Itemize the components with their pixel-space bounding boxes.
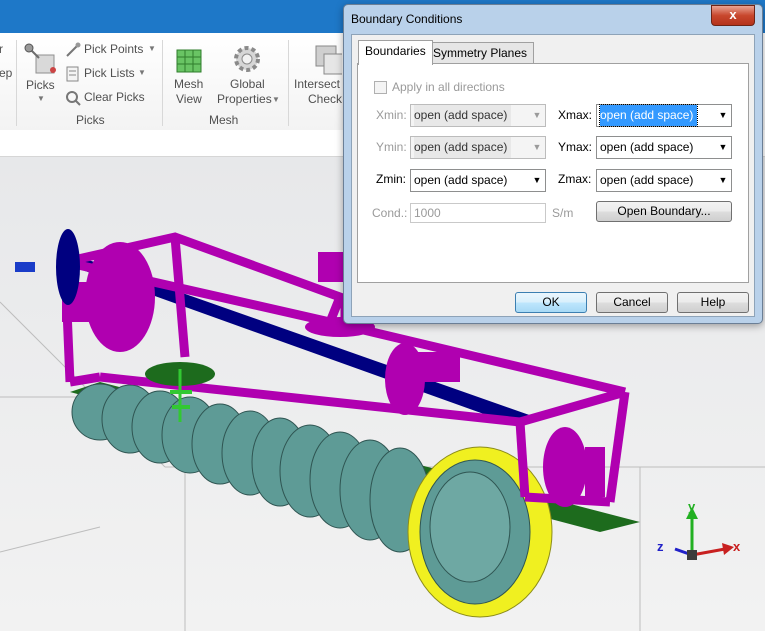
zmax-select[interactable]: open (add space) ▼ bbox=[596, 169, 732, 192]
intersect-check-button[interactable]: Intersect Check bbox=[292, 40, 342, 110]
clear-picks-icon bbox=[66, 91, 81, 106]
pick-lists-label: Pick Lists bbox=[84, 66, 135, 80]
chevron-down-icon: ▼ bbox=[272, 95, 280, 104]
dialog-title: Boundary Conditions bbox=[351, 12, 463, 26]
mesh-view-label-line1: Mesh bbox=[174, 77, 204, 91]
boundaries-panel: Apply in all directions Xmin: open (add … bbox=[357, 63, 749, 283]
ribbon-partial-label: ep bbox=[0, 66, 13, 80]
help-button[interactable]: Help bbox=[677, 292, 749, 313]
xmax-select[interactable]: open (add space) ▼ bbox=[596, 104, 732, 127]
group-label-picks: Picks bbox=[76, 113, 105, 127]
picks-button[interactable]: Picks ▼ bbox=[20, 40, 60, 106]
zmin-value: open (add space) bbox=[414, 173, 508, 187]
cancel-button[interactable]: Cancel bbox=[596, 292, 668, 313]
open-boundary-button[interactable]: Open Boundary... bbox=[596, 201, 732, 222]
cond-input[interactable]: 1000 bbox=[410, 203, 546, 223]
ymin-label: Ymin: bbox=[376, 140, 407, 154]
ymin-select[interactable]: open (add space) ▼ bbox=[410, 136, 546, 159]
apply-all-label: Apply in all directions bbox=[392, 80, 505, 94]
dialog-body: Boundaries Symmetry Planes Apply in all … bbox=[351, 34, 755, 317]
blue-disc bbox=[56, 229, 80, 305]
intersect-check-icon bbox=[315, 45, 342, 75]
global-properties-label-line1: Global bbox=[230, 77, 265, 91]
zmax-label: Zmax: bbox=[558, 172, 592, 186]
zmax-value: open (add space) bbox=[600, 173, 694, 187]
picks-icon bbox=[24, 43, 56, 74]
group-label-mesh: Mesh bbox=[209, 113, 239, 127]
global-properties-button[interactable]: Global Properties ▼ bbox=[214, 40, 280, 110]
chevron-down-icon: ▼ bbox=[532, 175, 542, 185]
chevron-down-icon: ▼ bbox=[532, 110, 542, 120]
clear-picks-label: Clear Picks bbox=[84, 90, 145, 104]
cond-unit: S/m bbox=[552, 206, 574, 220]
chevron-down-icon: ▼ bbox=[718, 142, 728, 152]
pick-points-label: Pick Points bbox=[84, 42, 144, 56]
chevron-down-icon: ▼ bbox=[138, 68, 146, 77]
picks-label: Picks bbox=[26, 78, 55, 92]
axis-label-y: y bbox=[688, 499, 696, 514]
ribbon-separator bbox=[162, 40, 163, 126]
ribbon-separator bbox=[16, 40, 17, 126]
chevron-down-icon: ▼ bbox=[718, 175, 728, 185]
chevron-down-icon: ▼ bbox=[532, 142, 542, 152]
xmax-label: Xmax: bbox=[558, 108, 593, 122]
ymax-select[interactable]: open (add space) ▼ bbox=[596, 136, 732, 159]
xmin-label: Xmin: bbox=[376, 108, 407, 122]
boundary-conditions-dialog: Boundary Conditions x Boundaries Symmetr… bbox=[343, 4, 763, 324]
ribbon-separator bbox=[288, 40, 289, 126]
pick-points-button[interactable]: Pick Points ▼ bbox=[64, 41, 158, 59]
close-button[interactable]: x bbox=[711, 5, 755, 26]
pick-points-icon bbox=[66, 42, 81, 57]
gear-icon bbox=[234, 46, 260, 72]
xmax-value: open (add space) bbox=[598, 104, 699, 127]
mesh-view-button[interactable]: Mesh View bbox=[168, 40, 212, 110]
chevron-down-icon: ▼ bbox=[718, 110, 728, 120]
xmin-value: open (add space) bbox=[414, 105, 512, 126]
chevron-down-icon: ▼ bbox=[37, 94, 45, 103]
clear-picks-button[interactable]: Clear Picks bbox=[64, 89, 150, 107]
axis-label-x: x bbox=[733, 539, 741, 554]
ok-button[interactable]: OK bbox=[515, 292, 587, 313]
ymax-label: Ymax: bbox=[558, 140, 593, 154]
zmin-label: Zmin: bbox=[376, 172, 406, 186]
cond-label: Cond.: bbox=[372, 206, 408, 220]
axis-triad bbox=[674, 507, 734, 560]
intersect-check-label-line1: Intersect bbox=[294, 77, 341, 91]
chevron-down-icon: ▼ bbox=[148, 44, 156, 53]
pick-lists-icon bbox=[66, 66, 79, 82]
intersect-check-label-line2: Check bbox=[308, 92, 342, 106]
pick-lists-button[interactable]: Pick Lists ▼ bbox=[64, 65, 150, 83]
mesh-view-icon bbox=[176, 49, 202, 73]
apply-all-checkbox[interactable] bbox=[374, 81, 387, 94]
mesh-view-label-line2: View bbox=[176, 92, 202, 106]
tab-symmetry-planes[interactable]: Symmetry Planes bbox=[426, 42, 535, 64]
xmin-select[interactable]: open (add space) ▼ bbox=[410, 104, 546, 127]
zmin-select[interactable]: open (add space) ▼ bbox=[410, 169, 546, 192]
axis-label-z: z bbox=[657, 539, 664, 554]
ribbon-partial-label: r bbox=[0, 42, 3, 56]
tab-boundaries[interactable]: Boundaries bbox=[358, 40, 433, 65]
ymax-value: open (add space) bbox=[600, 140, 694, 154]
ymin-value: open (add space) bbox=[414, 137, 512, 158]
global-properties-label-line2: Properties bbox=[217, 92, 272, 106]
